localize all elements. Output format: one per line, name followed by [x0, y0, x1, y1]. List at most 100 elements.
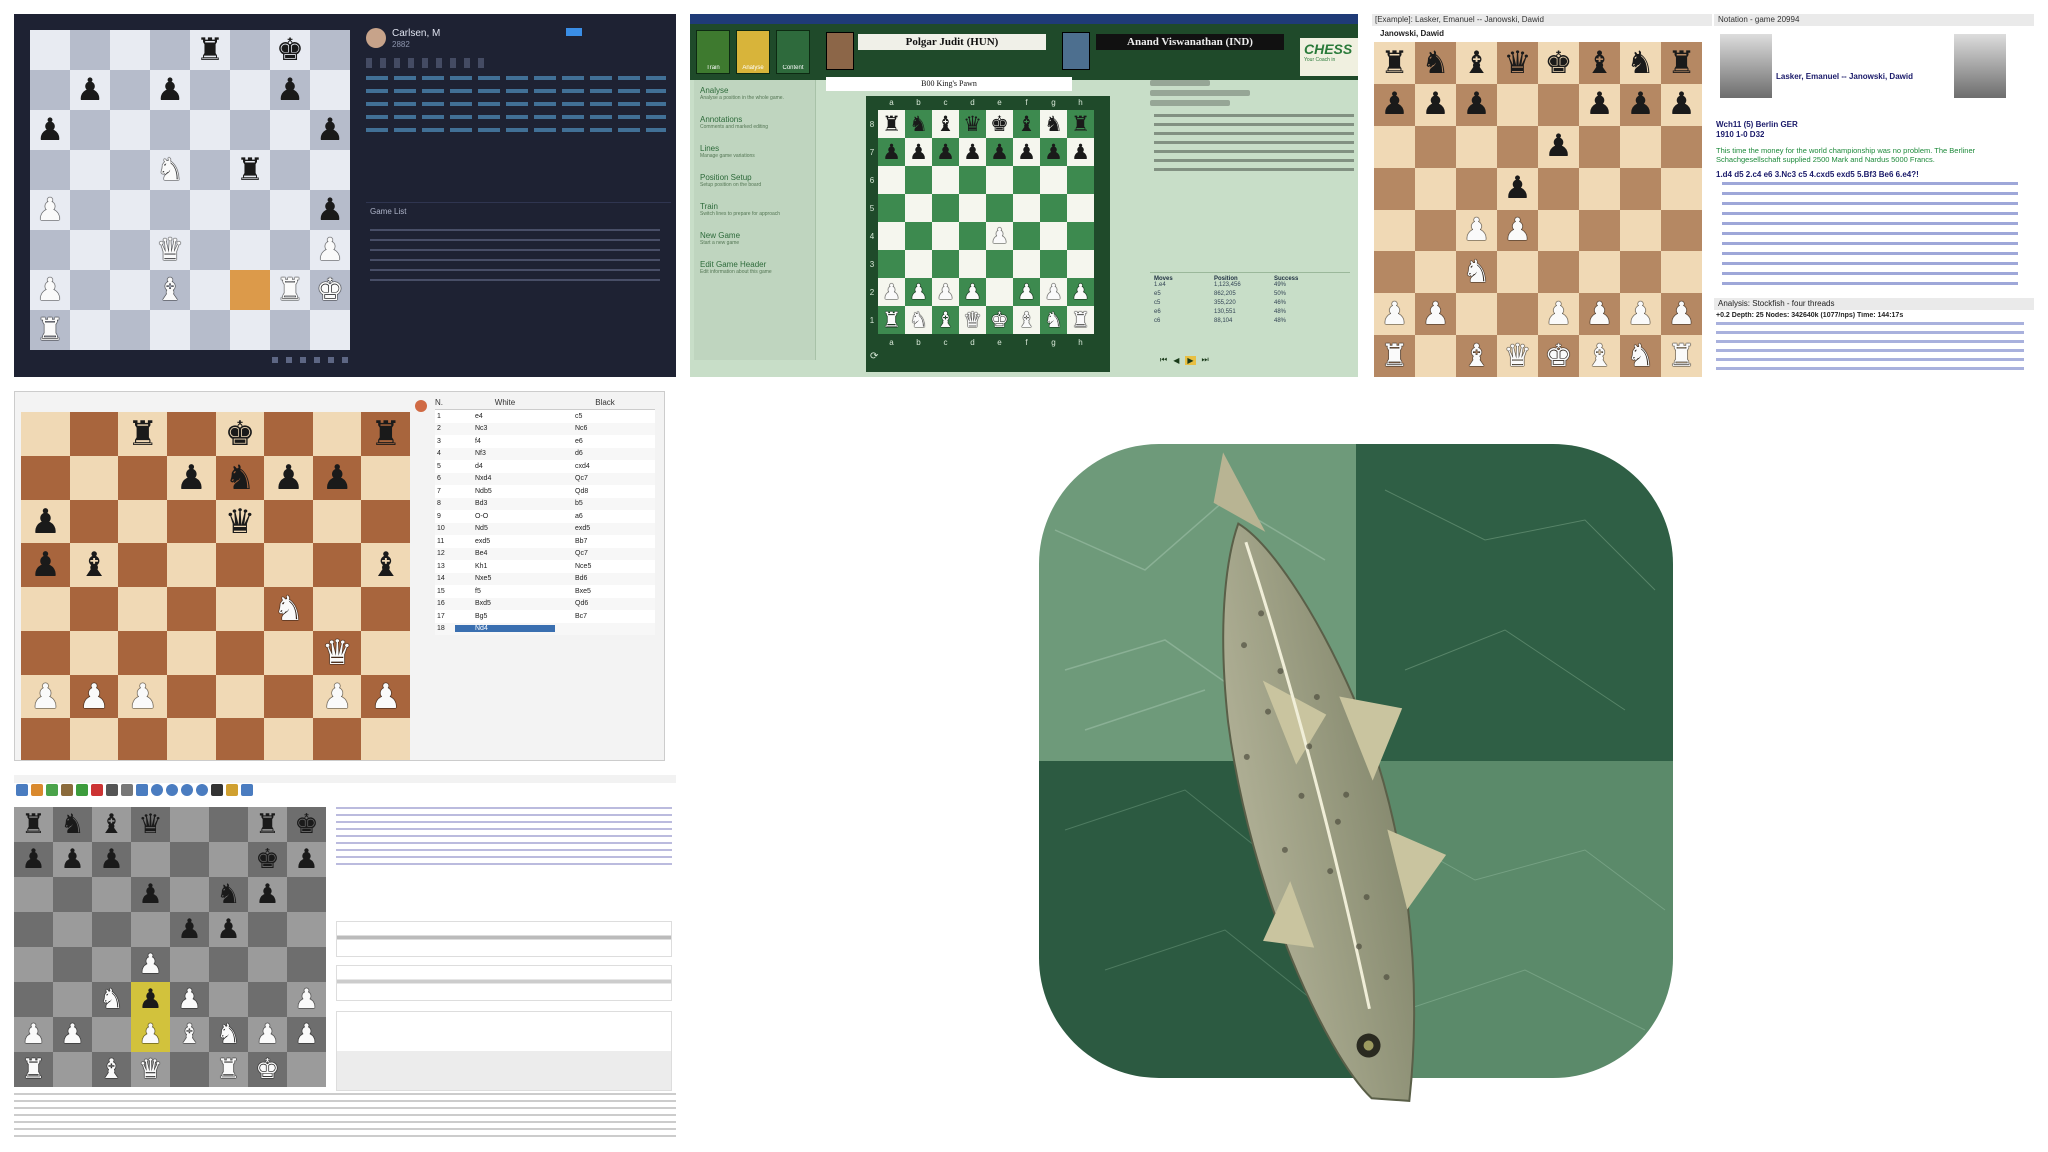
- square-c6[interactable]: [92, 877, 131, 912]
- square-f6[interactable]: [1013, 166, 1040, 194]
- square-a3[interactable]: [21, 630, 70, 675]
- black-pawn-icon[interactable]: ♟: [255, 881, 279, 908]
- white-pawn-icon[interactable]: ♟: [138, 1021, 162, 1048]
- white-king-icon[interactable]: ♚: [990, 309, 1009, 331]
- white-king-icon[interactable]: ♚: [1545, 340, 1573, 372]
- play-icon[interactable]: ▶: [1185, 355, 1196, 365]
- white-move[interactable]: Kh1: [455, 563, 555, 570]
- square-b7[interactable]: ♟: [905, 138, 932, 166]
- square-c4[interactable]: [932, 222, 959, 250]
- square-a8[interactable]: [30, 30, 70, 70]
- black-pawn-icon[interactable]: ♟: [1044, 141, 1063, 163]
- black-pawn-icon[interactable]: ♟: [156, 74, 184, 106]
- white-pawn-icon[interactable]: ♟: [1545, 298, 1573, 330]
- black-pawn-icon[interactable]: ♟: [316, 114, 344, 146]
- white-bishop-icon[interactable]: ♝: [156, 274, 184, 306]
- square-a5[interactable]: [14, 912, 53, 947]
- white-move[interactable]: Bd3: [455, 500, 555, 507]
- toolbar-icon[interactable]: [211, 784, 223, 796]
- square-e5[interactable]: [215, 543, 265, 588]
- square-c2[interactable]: ♟: [932, 278, 959, 306]
- square-b2[interactable]: ♟: [905, 278, 932, 306]
- square-g2[interactable]: ♜: [270, 270, 310, 310]
- square-f5[interactable]: [1013, 194, 1040, 222]
- square-f2[interactable]: [264, 674, 314, 719]
- chess-board[interactable]: ♜ ♞ ♝ ♛ ♚ ♝ ♞ ♜ ♟ ♟ ♟ ♟ ♟ ♟ ♟ ♟ ♟ ♟ ♞ ♟ ♟ ♟ ♟ ♟ ♟ ♜ ♝ ♛ ♚ ♝ ♞ ♜: [1374, 42, 1702, 377]
- white-move[interactable]: Nd4: [455, 625, 555, 633]
- black-king-icon[interactable]: ♚: [990, 113, 1009, 135]
- square-h7[interactable]: [361, 455, 411, 500]
- square-c4[interactable]: ♟: [1456, 209, 1497, 252]
- square-g1[interactable]: ♚: [248, 1052, 287, 1087]
- square-c1[interactable]: [118, 718, 168, 760]
- move-row[interactable]: 10 Nd5 exd5: [435, 522, 655, 535]
- square-f7[interactable]: ♟: [264, 455, 314, 500]
- white-move[interactable]: Nd5: [455, 525, 555, 532]
- square-h1[interactable]: [310, 310, 350, 350]
- square-f4[interactable]: [230, 190, 270, 230]
- white-bishop-icon[interactable]: ♝: [99, 1056, 123, 1083]
- square-d6[interactable]: [959, 166, 986, 194]
- white-bishop-icon[interactable]: ♝: [177, 1021, 201, 1048]
- square-d5[interactable]: [166, 543, 216, 588]
- black-move[interactable]: Bd6: [555, 575, 655, 582]
- square-b6[interactable]: [905, 166, 932, 194]
- square-a1[interactable]: ♜: [30, 310, 70, 350]
- square-h2[interactable]: ♚: [310, 270, 350, 310]
- stats-row[interactable]: e6 130,551 48%: [1154, 309, 1350, 318]
- square-d3[interactable]: ♛: [150, 230, 190, 270]
- black-move[interactable]: Qc7: [555, 550, 655, 557]
- square-d2[interactable]: ♟: [131, 1017, 170, 1052]
- square-a7[interactable]: [21, 455, 70, 500]
- square-e3[interactable]: [986, 250, 1013, 278]
- square-b7[interactable]: ♟: [70, 70, 110, 110]
- square-f6[interactable]: [1579, 125, 1620, 168]
- square-c5[interactable]: [110, 150, 150, 190]
- square-f1[interactable]: [230, 310, 270, 350]
- square-d8[interactable]: ♛: [959, 110, 986, 138]
- square-c8[interactable]: ♜: [118, 412, 168, 456]
- square-h2[interactable]: ♟: [1067, 278, 1094, 306]
- black-move[interactable]: Qc7: [555, 475, 655, 482]
- black-rook-icon[interactable]: ♜: [882, 113, 901, 135]
- square-a3[interactable]: [14, 982, 53, 1017]
- square-b4[interactable]: [70, 190, 110, 230]
- square-c7[interactable]: [118, 455, 168, 500]
- square-a3[interactable]: [1374, 251, 1415, 294]
- square-h8[interactable]: ♚: [287, 807, 326, 842]
- black-pawn-icon[interactable]: ♟: [1017, 141, 1036, 163]
- white-rook-icon[interactable]: ♜: [276, 274, 304, 306]
- square-g3[interactable]: [248, 982, 287, 1017]
- white-knight-icon[interactable]: ♞: [1463, 256, 1491, 288]
- toolbar-icon[interactable]: [121, 784, 133, 796]
- square-a5[interactable]: [30, 150, 70, 190]
- square-d2[interactable]: [1497, 293, 1538, 336]
- square-d1[interactable]: ♛: [1497, 335, 1538, 377]
- white-pawn-icon[interactable]: ♟: [1504, 215, 1532, 246]
- toolbar-icon[interactable]: [226, 784, 238, 796]
- square-d1[interactable]: ♛: [131, 1052, 170, 1087]
- white-pawn-icon[interactable]: ♟: [963, 281, 982, 303]
- square-d8[interactable]: ♛: [131, 807, 170, 842]
- square-b8[interactable]: [69, 412, 119, 456]
- square-a7[interactable]: [30, 70, 70, 110]
- white-move[interactable]: d4: [455, 463, 555, 470]
- square-b6[interactable]: [1415, 125, 1456, 168]
- black-knight-icon[interactable]: ♞: [1044, 113, 1063, 135]
- toolbar-button-content[interactable]: Content: [776, 30, 810, 74]
- toolbar-icon[interactable]: [106, 784, 118, 796]
- board-nav-buttons[interactable]: [272, 357, 352, 363]
- black-bishop-icon[interactable]: ♝: [99, 811, 123, 838]
- black-pawn-icon[interactable]: ♟: [1071, 141, 1090, 163]
- square-d2[interactable]: ♟: [959, 278, 986, 306]
- square-d7[interactable]: ♟: [150, 70, 190, 110]
- square-d8[interactable]: [150, 30, 190, 70]
- square-e4[interactable]: [190, 190, 230, 230]
- square-c3[interactable]: ♞: [1456, 251, 1497, 294]
- square-a6[interactable]: [878, 166, 905, 194]
- square-d6[interactable]: [150, 110, 190, 150]
- square-h2[interactable]: ♟: [361, 674, 411, 719]
- white-move[interactable]: Bxd5: [455, 600, 555, 607]
- square-e4[interactable]: [170, 947, 209, 982]
- square-f5[interactable]: ♟: [209, 912, 248, 947]
